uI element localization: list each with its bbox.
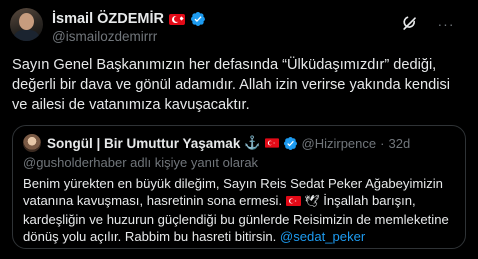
verified-badge-icon[interactable] (283, 136, 298, 151)
mention-link[interactable]: @sedat_peker (280, 229, 365, 244)
more-icon[interactable]: ··· (434, 14, 458, 34)
separator-dot: · (380, 135, 385, 151)
quoted-tweet[interactable]: Songül | Bir Umuttur Yaşamak ⚓ @Hizirpen… (12, 125, 466, 249)
avatar-suit (13, 30, 40, 41)
quote-author-name[interactable]: Songül | Bir Umuttur Yaşamak (47, 136, 240, 151)
grok-icon[interactable] (400, 14, 420, 34)
quote-text: Benim yürekten en büyük dileğim, Sayın R… (23, 175, 459, 245)
reply-context: @gusholderhaber adlı kişiye yanıt olarak (23, 155, 259, 170)
quote-header: Songül | Bir Umuttur Yaşamak ⚓ @Hizirpen… (23, 134, 410, 152)
author-handle[interactable]: @ismailozdemirrr (52, 29, 157, 44)
author-name-row: İsmail ÖZDEMİR (52, 10, 206, 28)
turkish-flag-icon (285, 196, 301, 207)
tweet-text: Sayın Genel Başkanımızın her defasında “… (12, 57, 451, 113)
dove-icon: 🕊 (304, 194, 320, 209)
turkish-flag-icon (264, 138, 279, 148)
avatar-face (19, 13, 34, 30)
verified-badge-icon[interactable] (190, 11, 206, 27)
author-name[interactable]: İsmail ÖZDEMİR (52, 11, 164, 27)
anchor-icon: ⚓ (244, 135, 261, 150)
quote-author-avatar[interactable] (23, 134, 41, 152)
quote-author-handle[interactable]: @Hizirpence (302, 136, 377, 151)
turkish-flag-icon (169, 13, 185, 25)
quote-timestamp[interactable]: 32d (388, 136, 410, 151)
author-avatar[interactable] (10, 8, 43, 41)
